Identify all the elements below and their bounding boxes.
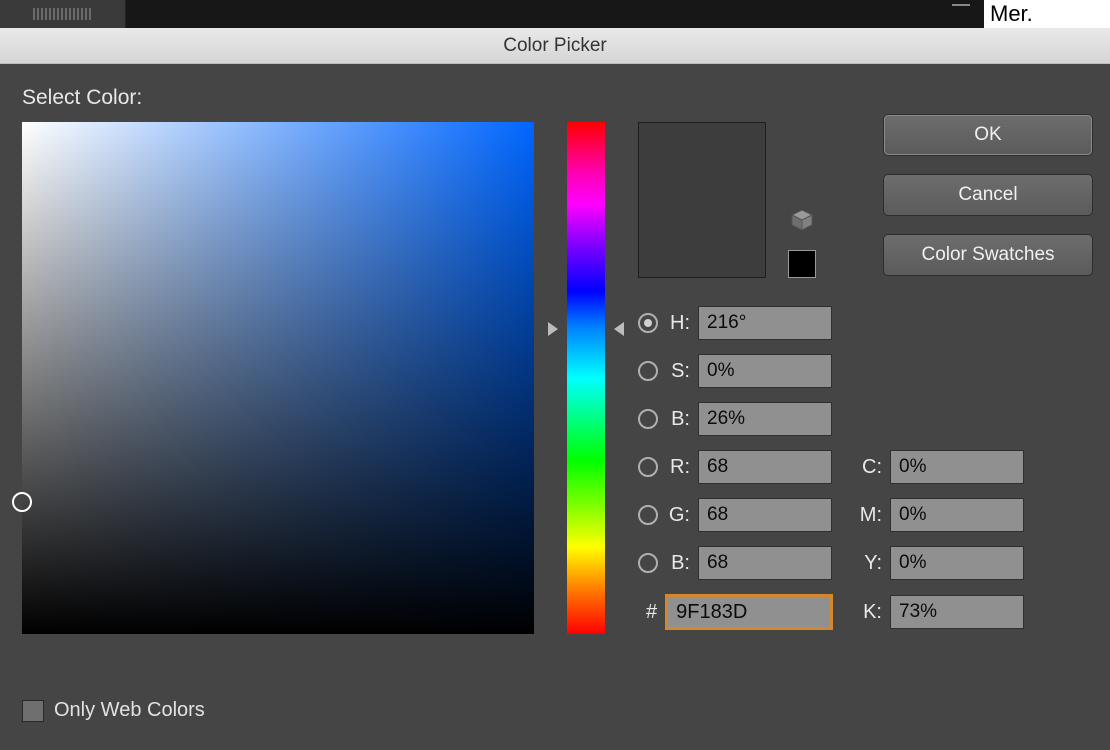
cube-icon[interactable] — [790, 208, 814, 232]
radio-g[interactable] — [638, 505, 658, 525]
button-column: OK Cancel Color Swatches — [883, 114, 1093, 276]
cancel-button[interactable]: Cancel — [883, 174, 1093, 216]
radio-bb[interactable] — [638, 409, 658, 429]
input-k[interactable] — [890, 595, 1024, 629]
label-s: S: — [664, 360, 690, 383]
input-bb[interactable] — [698, 402, 832, 436]
input-hex[interactable] — [665, 594, 833, 630]
select-color-label: Select Color: — [22, 86, 1088, 110]
dialog-title: Color Picker — [503, 35, 606, 57]
color-fields: H: S: B: R: C: G: M: — [638, 306, 1078, 630]
tool-thumb-icon — [33, 8, 93, 20]
label-y: Y: — [840, 552, 882, 575]
input-g[interactable] — [698, 498, 832, 532]
input-m[interactable] — [890, 498, 1024, 532]
minimize-icon[interactable] — [952, 4, 970, 6]
label-hex: # — [646, 601, 657, 624]
hue-pointer-right-icon[interactable] — [614, 322, 624, 336]
only-web-colors-label: Only Web Colors — [54, 699, 205, 722]
radio-r[interactable] — [638, 457, 658, 477]
ok-button[interactable]: OK — [883, 114, 1093, 156]
radio-s[interactable] — [638, 361, 658, 381]
label-h: H: — [664, 312, 690, 335]
hue-pointer-left-icon[interactable] — [548, 322, 558, 336]
label-b: B: — [664, 552, 690, 575]
radio-h[interactable] — [638, 313, 658, 333]
label-k: K: — [840, 601, 882, 624]
color-preview-swatch — [638, 122, 766, 278]
input-c[interactable] — [890, 450, 1024, 484]
label-c: C: — [840, 456, 882, 479]
input-y[interactable] — [890, 546, 1024, 580]
previous-color-swatch[interactable] — [788, 250, 816, 278]
input-b[interactable] — [698, 546, 832, 580]
only-web-colors-checkbox[interactable] — [22, 700, 44, 722]
app-toolbar: Mer. — [0, 0, 1110, 28]
label-m: M: — [840, 504, 882, 527]
tool-tab[interactable] — [0, 0, 126, 28]
hue-slider[interactable] — [567, 122, 605, 634]
color-swatches-button[interactable]: Color Swatches — [883, 234, 1093, 276]
sb-indicator-icon[interactable] — [12, 492, 32, 512]
input-s[interactable] — [698, 354, 832, 388]
label-g: G: — [664, 504, 690, 527]
color-picker-dialog: Select Color: OK Cancel Color Swatches — [0, 64, 1110, 750]
dialog-titlebar: Color Picker — [0, 28, 1110, 64]
input-h[interactable] — [698, 306, 832, 340]
hue-column — [562, 122, 610, 634]
input-r[interactable] — [698, 450, 832, 484]
radio-b[interactable] — [638, 553, 658, 573]
label-r: R: — [664, 456, 690, 479]
label-bb: B: — [664, 408, 690, 431]
panel-text: Mer. — [984, 0, 1110, 28]
only-web-colors-row[interactable]: Only Web Colors — [22, 699, 205, 722]
saturation-brightness-field[interactable] — [22, 122, 534, 634]
